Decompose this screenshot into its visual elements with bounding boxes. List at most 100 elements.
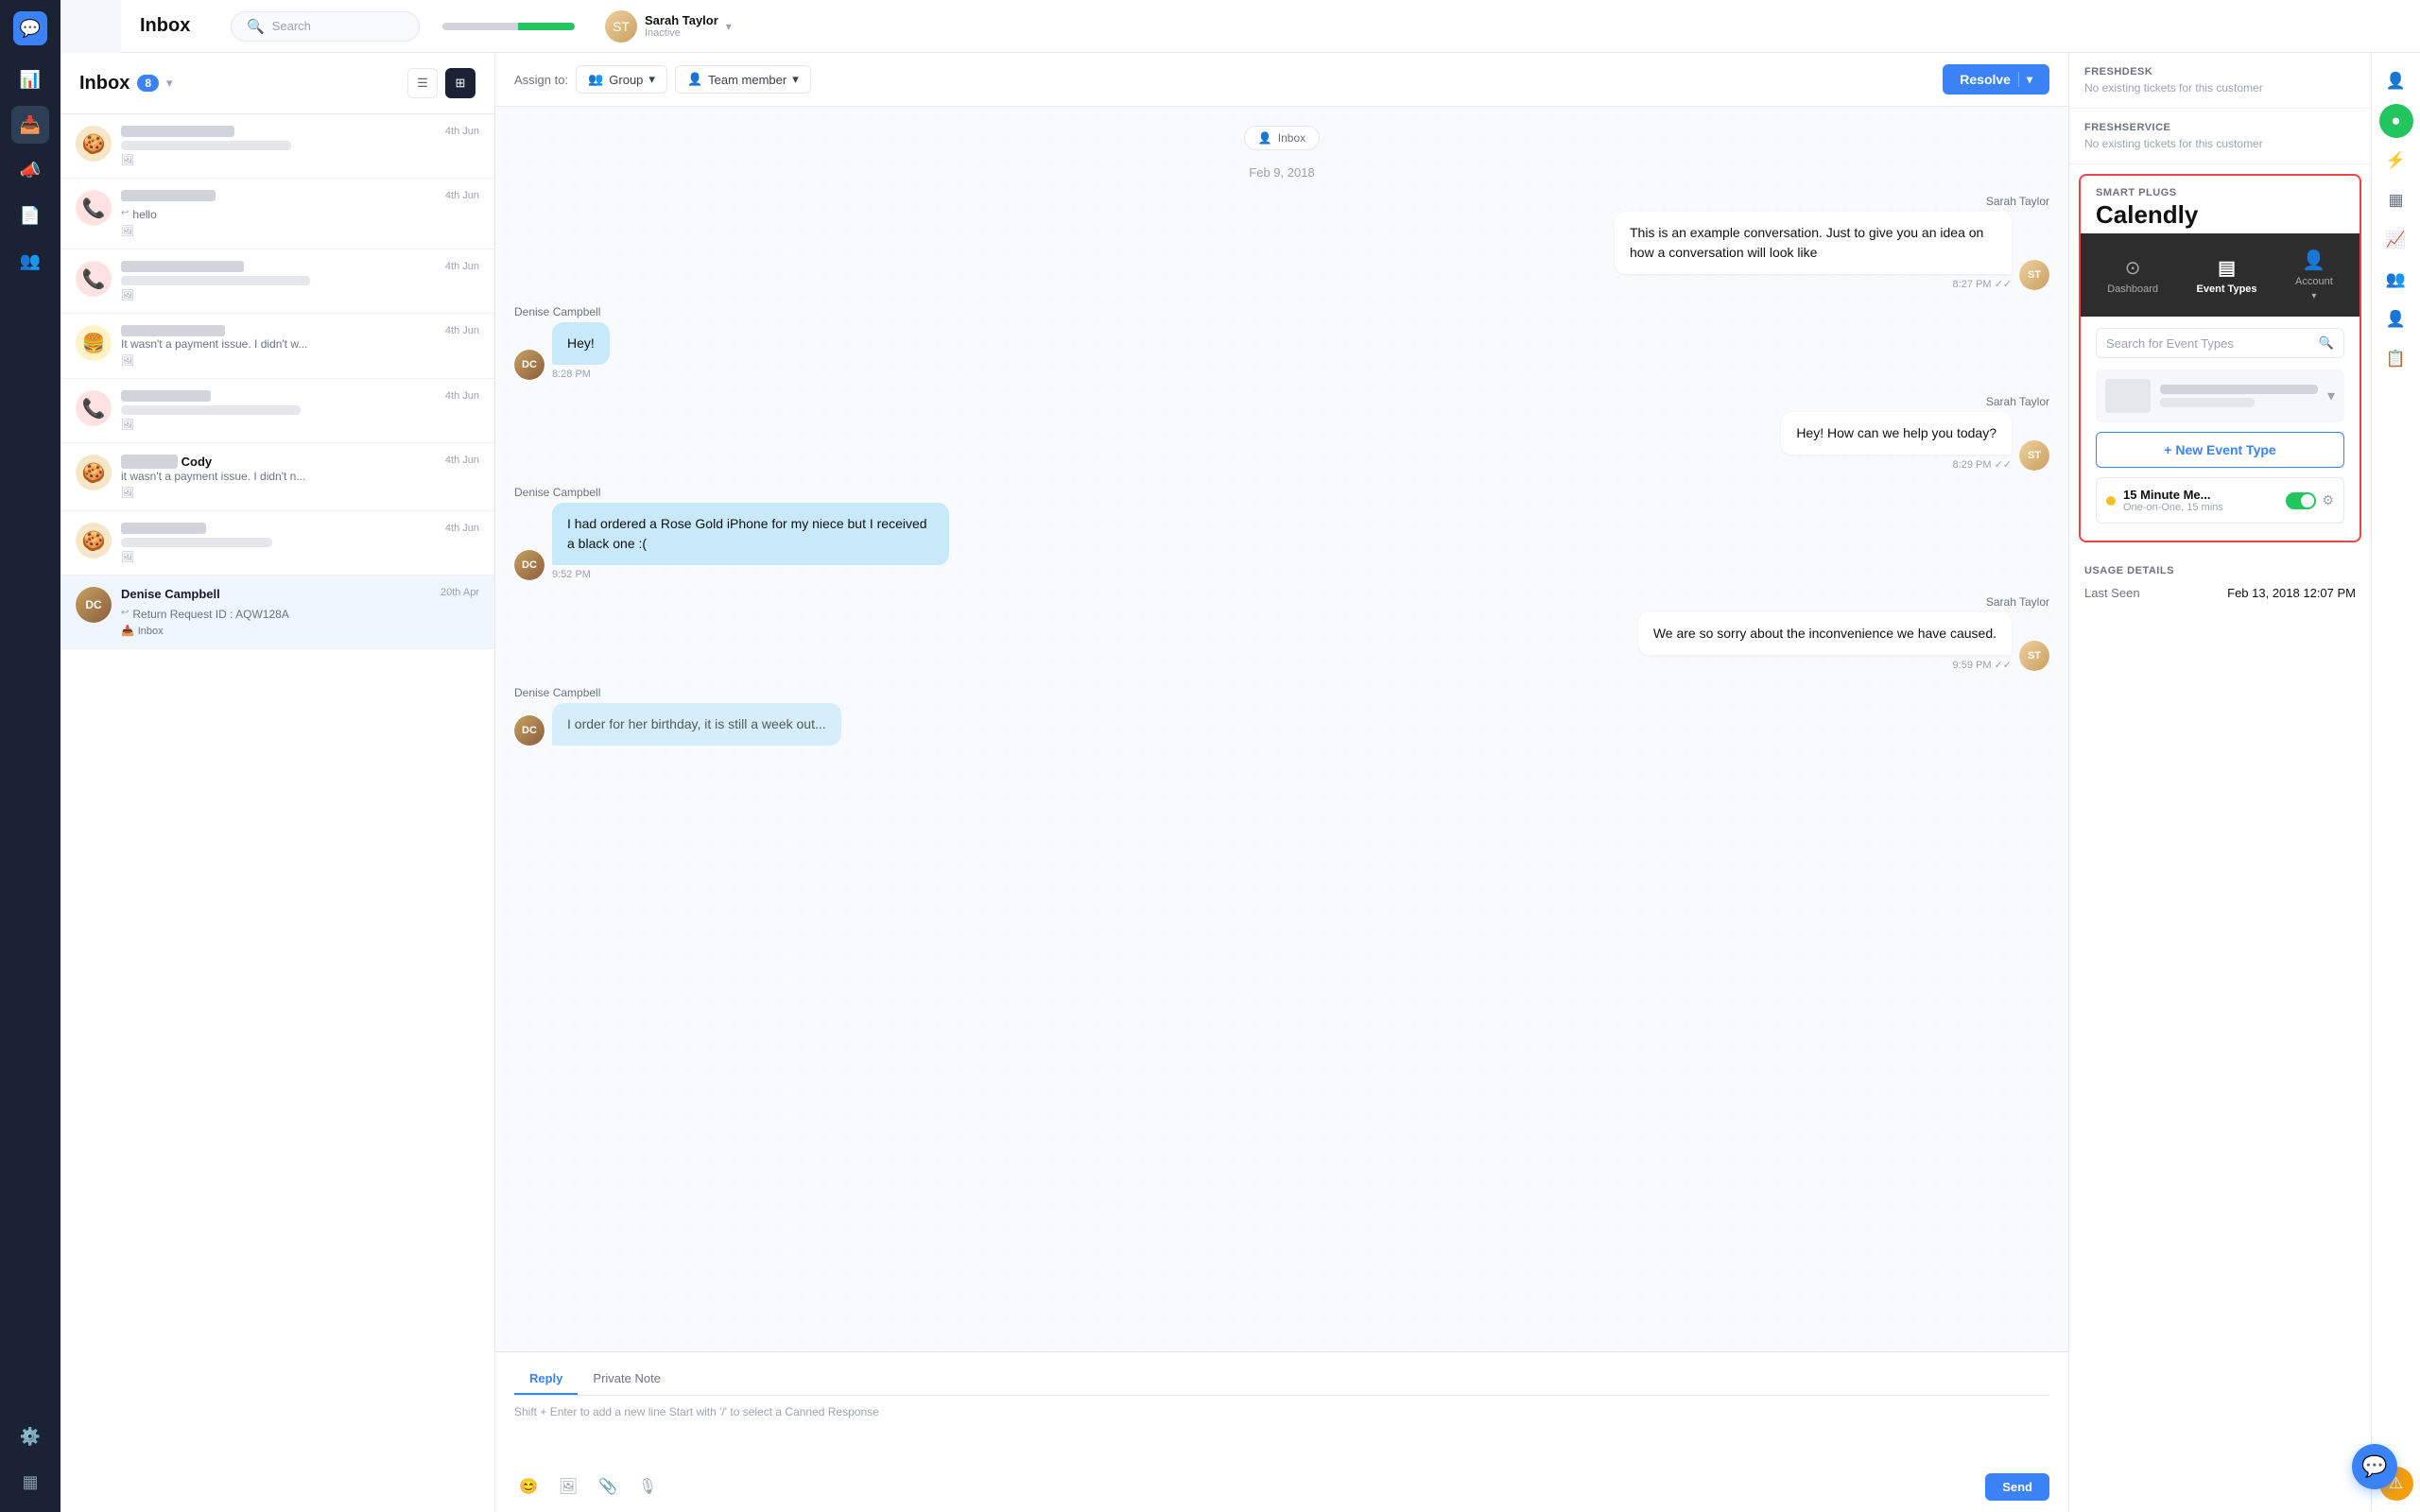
inbox-badge: 👤 Inbox bbox=[1244, 126, 1320, 150]
msg-time: 9:52 PM bbox=[552, 569, 591, 580]
calendly-nav-account[interactable]: 👤 Account ▾ bbox=[2284, 245, 2344, 305]
conv-content: 4th Jun 🖼 bbox=[121, 261, 479, 301]
nav-item-contacts[interactable]: 👥 bbox=[11, 242, 49, 280]
list-item[interactable]: 🍪 4th Jun 🖼 bbox=[60, 114, 494, 179]
image-icon: 🖼 bbox=[121, 225, 134, 237]
left-navigation: 💬 📊 📥 📣 📄 👥 ⚙️ ▦ bbox=[0, 0, 60, 1512]
nav-item-documents[interactable]: 📄 bbox=[11, 197, 49, 234]
avatar: DC bbox=[76, 587, 112, 623]
list-icon[interactable]: 📋 bbox=[2379, 342, 2413, 376]
toggle-button[interactable] bbox=[2286, 492, 2316, 509]
group-icon: 👥 bbox=[588, 72, 603, 87]
msg-text: We are so sorry about the inconvenience … bbox=[1638, 612, 2012, 655]
smart-plugs-section: SMART PLUGS Calendly ⊙ Dashboard ▤ Event… bbox=[2079, 174, 2361, 542]
chevron-down-icon: ▾ bbox=[2027, 73, 2032, 86]
msg-time: 8:27 PM ✓✓ bbox=[1953, 278, 2012, 290]
top-header: Inbox 🔍 ST Sarah Taylor Inactive ▾ bbox=[121, 0, 2420, 53]
list-item[interactable]: 📞 4th Jun 🖼 bbox=[60, 379, 494, 443]
nav-item-inbox[interactable]: 📥 bbox=[11, 106, 49, 144]
conv-msg: hello bbox=[132, 208, 156, 221]
conv-name bbox=[121, 390, 211, 402]
event-info: 15 Minute Me... One-on-One, 15 mins bbox=[2123, 488, 2278, 513]
event-desc: One-on-One, 15 mins bbox=[2123, 502, 2278, 513]
inbox-header: Inbox 8 ▾ ☰ ⊞ bbox=[60, 53, 494, 114]
resolve-button[interactable]: Resolve ▾ bbox=[1943, 64, 2049, 94]
tab-private-note[interactable]: Private Note bbox=[578, 1364, 676, 1395]
chevron-down-icon[interactable]: ▾ bbox=[166, 76, 173, 91]
avatar: ST bbox=[2019, 440, 2049, 471]
attachment-button[interactable]: 📎 bbox=[594, 1472, 622, 1501]
conv-name bbox=[121, 190, 216, 201]
nav-item-campaigns[interactable]: 📣 bbox=[11, 151, 49, 189]
search-bar[interactable]: 🔍 bbox=[231, 11, 420, 42]
app-logo[interactable]: 💬 bbox=[13, 11, 47, 45]
right-panel: FRESHDESK No existing tickets for this c… bbox=[2068, 53, 2371, 1512]
filter-button[interactable]: ⊞ bbox=[445, 68, 475, 98]
search-input[interactable] bbox=[272, 19, 367, 33]
far-right-panel: 👤 ● ⚡ ▦ 📈 👥 👤 📋 ⚠ bbox=[2371, 53, 2420, 1512]
conv-msg: it wasn't a payment issue. I didn't n... bbox=[121, 470, 305, 483]
chat-support-button[interactable]: 💬 bbox=[2352, 1444, 2397, 1489]
calendly-nav-dashboard[interactable]: ⊙ Dashboard bbox=[2096, 252, 2169, 299]
msg-bubble: We are so sorry about the inconvenience … bbox=[1638, 612, 2012, 671]
sp-body: 🔍 ▾ + New Event Type 15 bbox=[2081, 317, 2360, 541]
tab-reply[interactable]: Reply bbox=[514, 1364, 578, 1395]
usage-label: Last Seen bbox=[2084, 586, 2140, 600]
conv-name bbox=[121, 523, 206, 534]
user-profile[interactable]: ST Sarah Taylor Inactive ▾ bbox=[605, 10, 732, 43]
event-toggle: ⚙ bbox=[2286, 492, 2334, 509]
send-button[interactable]: Send bbox=[1985, 1473, 2049, 1501]
event-dot bbox=[2106, 496, 2116, 506]
audio-button[interactable]: 🎙 bbox=[633, 1472, 662, 1501]
assign-section: Assign to: 👥 Group ▾ 👤 Team member ▾ bbox=[514, 65, 811, 94]
list-item[interactable]: DC Denise Campbell 20th Apr ↩ Return Req… bbox=[60, 576, 494, 649]
team-member-assign-button[interactable]: 👤 Team member ▾ bbox=[675, 65, 811, 94]
calendly-nav-event-types[interactable]: ▤ Event Types bbox=[2186, 252, 2269, 299]
message-input[interactable] bbox=[514, 1424, 2049, 1462]
freshservice-msg: No existing tickets for this customer bbox=[2084, 137, 2356, 150]
msg-bubble-wrap: ST This is an example conversation. Just… bbox=[1615, 212, 2049, 290]
conv-content: 4th Jun 🖼 bbox=[121, 390, 479, 431]
search-event-types-input[interactable] bbox=[2106, 336, 2313, 351]
list-item[interactable]: 🍔 4th Jun It wasn't a payment issue. I d… bbox=[60, 314, 494, 379]
msg-bubble: I order for her birthday, it is still a … bbox=[552, 703, 841, 746]
new-event-type-button[interactable]: + New Event Type bbox=[2096, 432, 2344, 468]
list-item[interactable]: 📞 4th Jun ↩ hello 🖼 bbox=[60, 179, 494, 249]
nav-item-grid[interactable]: ▦ bbox=[11, 1463, 49, 1501]
msg-sender: Denise Campbell bbox=[514, 305, 600, 318]
nav-item-overview[interactable]: 📊 bbox=[11, 60, 49, 98]
msg-bubble-wrap: DC Hey! 8:28 PM bbox=[514, 322, 610, 380]
messages-area: 👤 Inbox Feb 9, 2018 Sarah Taylor ST This bbox=[495, 107, 2068, 1351]
msg-time: 8:28 PM bbox=[552, 369, 591, 380]
sort-button[interactable]: ☰ bbox=[407, 68, 438, 98]
search-event-types[interactable]: 🔍 bbox=[2096, 328, 2344, 358]
group-assign-button[interactable]: 👥 Group ▾ bbox=[576, 65, 667, 94]
gear-icon[interactable]: ⚙ bbox=[2322, 492, 2334, 508]
status-green-icon[interactable]: ● bbox=[2379, 104, 2413, 138]
inbox-controls: ☰ ⊞ bbox=[407, 68, 475, 98]
profile-icon[interactable]: 👤 bbox=[2379, 64, 2413, 98]
nav-item-settings[interactable]: ⚙️ bbox=[11, 1418, 49, 1455]
grid-icon[interactable]: ▦ bbox=[2379, 183, 2413, 217]
conv-msg bbox=[121, 405, 301, 415]
image-button[interactable]: 🖼 bbox=[554, 1472, 582, 1501]
chevron-down-icon[interactable]: ▾ bbox=[2327, 387, 2335, 405]
lightning-icon[interactable]: ⚡ bbox=[2379, 144, 2413, 178]
account-icon: 👤 bbox=[2302, 249, 2325, 272]
avatar: DC bbox=[514, 350, 544, 380]
user-icon[interactable]: 👤 bbox=[2379, 302, 2413, 336]
team-icon[interactable]: 👥 bbox=[2379, 263, 2413, 297]
chart-icon[interactable]: 📈 bbox=[2379, 223, 2413, 257]
list-item[interactable]: 🍪 4th Jun 🖼 bbox=[60, 511, 494, 576]
msg-bubble-wrap: DC I had ordered a Rose Gold iPhone for … bbox=[514, 503, 949, 580]
event-name: 15 Minute Me... bbox=[2123, 488, 2278, 502]
messages-scroll[interactable]: 👤 Inbox Feb 9, 2018 Sarah Taylor ST This bbox=[495, 107, 2068, 1351]
conv-name bbox=[121, 261, 244, 272]
list-item[interactable]: 🍪 Cody 4th Jun it wasn't a payment issue… bbox=[60, 443, 494, 511]
emoji-button[interactable]: 😊 bbox=[514, 1472, 543, 1501]
avatar: 📞 bbox=[76, 261, 112, 297]
msg-sender: Sarah Taylor bbox=[1986, 195, 2049, 208]
message-row: Sarah Taylor ST This is an example conve… bbox=[514, 195, 2049, 290]
msg-text: Hey! How can we help you today? bbox=[1781, 412, 2012, 455]
list-item[interactable]: 📞 4th Jun 🖼 bbox=[60, 249, 494, 314]
